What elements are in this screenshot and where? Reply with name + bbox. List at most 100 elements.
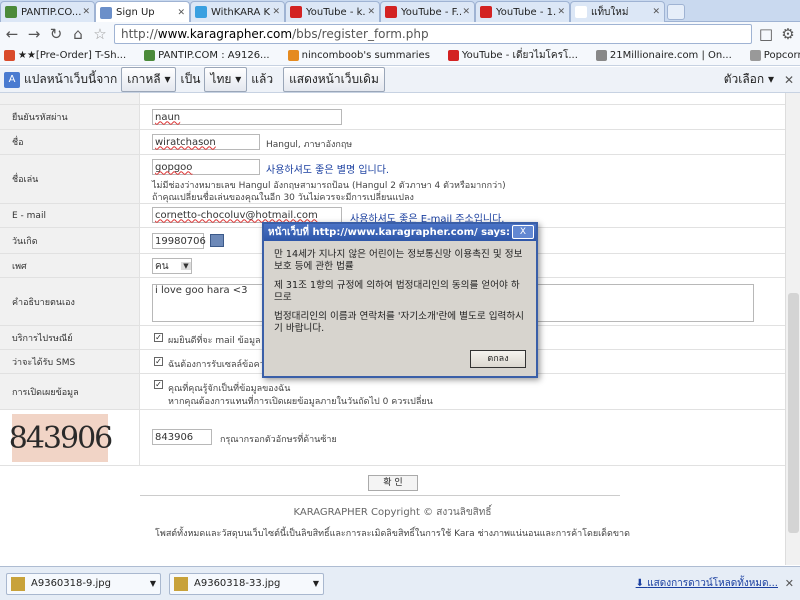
- vertical-scrollbar[interactable]: [785, 93, 800, 565]
- tab-title: YouTube - 1...: [496, 6, 556, 18]
- url-path: /bbs/register_form.php: [292, 27, 429, 41]
- page-menu-icon[interactable]: □: [758, 25, 774, 43]
- scrollbar-thumb[interactable]: [788, 293, 799, 533]
- address-bar[interactable]: http://www.karagrapher.com/bbs/register_…: [114, 24, 752, 44]
- youtube-icon: [480, 6, 492, 18]
- translate-icon: A: [4, 71, 20, 88]
- footer-divider: [140, 495, 620, 496]
- youtube-icon: [385, 6, 397, 18]
- tab-title: YouTube - k...: [306, 6, 366, 18]
- twitter-icon: [195, 6, 207, 18]
- mail-checkbox-label: ผมยินดีที่จะ mail ข้อมูล: [168, 336, 261, 346]
- tab-close-icon[interactable]: ✕: [177, 8, 185, 18]
- download-item-1[interactable]: A9360318-9.jpg ▼: [6, 572, 161, 595]
- translate-bar: A แปลหน้าเว็บนี้จาก เกาหลี ▾ เป็น ไทย ▾ …: [0, 67, 800, 93]
- image-file-icon: [174, 576, 188, 591]
- dialog-message-1: 만 14세가 지나지 않은 어린이는 정보통신망 이용촉진 및 정보보호 등에 …: [274, 249, 523, 272]
- gender-select[interactable]: คน ▼: [152, 258, 192, 274]
- tab-4[interactable]: YouTube - F... ✕: [380, 1, 475, 22]
- show-original-button[interactable]: แสดงหน้าเว็บเดิม: [283, 67, 385, 92]
- nickname-note-2: ถ้าคุณเปลี่ยนชื่อเล่นของคุณในอีก 30 วันไ…: [152, 193, 414, 203]
- gender-label: เพศ: [0, 254, 140, 277]
- mail-checkbox[interactable]: ✓: [154, 333, 163, 342]
- bookmark-0[interactable]: ★★[Pre-Order] T-Sh...: [0, 50, 126, 61]
- nickname-input[interactable]: gopgoo: [152, 159, 260, 175]
- download-shelf: A9360318-9.jpg ▼ A9360318-33.jpg ▼ ⬇ แสดงก…: [0, 566, 800, 600]
- download-shelf-close-icon[interactable]: ✕: [785, 577, 794, 590]
- disclose-checkbox-label: คุณที่คุณรู้จักเป็นที่ข้อมูลของฉัน: [168, 384, 291, 394]
- dialog-ok-button[interactable]: ตกลง: [470, 350, 526, 368]
- tab-1[interactable]: Sign Up ✕: [95, 1, 190, 23]
- bookmark-star-icon[interactable]: ☆: [92, 25, 108, 43]
- to-language-select[interactable]: ไทย ▾: [204, 67, 248, 92]
- from-language-select[interactable]: เกาหลี ▾: [121, 67, 177, 92]
- disclose-note: หากคุณต้องการแทนที่การเปิดเผยข้อมูลภายใน…: [168, 397, 433, 407]
- tab-3[interactable]: YouTube - k... ✕: [285, 1, 380, 22]
- dialog-close-button[interactable]: X: [512, 225, 534, 239]
- reload-icon[interactable]: ↻: [48, 25, 64, 43]
- confirm-password-input[interactable]: naun: [152, 109, 342, 125]
- youtube-icon: [290, 6, 302, 18]
- mail-label: บริการไปรษณีย์: [0, 326, 140, 349]
- bookmark-favicon-icon: [749, 50, 761, 61]
- home-icon[interactable]: ⌂: [70, 25, 86, 43]
- email-input[interactable]: cornetto-chocoluv@hotmail.com: [152, 207, 342, 223]
- disclose-label: การเปิดเผยข้อมูล: [0, 374, 140, 409]
- new-tab-button[interactable]: [667, 4, 685, 20]
- nickname-label: ชื่อเล่น: [0, 155, 140, 203]
- disclose-row: การเปิดเผยข้อมูล ✓ คุณที่คุณรู้จักเป็นที…: [0, 374, 785, 410]
- wrench-icon[interactable]: ⚙: [780, 25, 796, 43]
- nickname-row: ชื่อเล่น gopgoo 사용하셔도 좋은 별명 입니다. ไม่มีช่…: [0, 155, 785, 204]
- tab-2[interactable]: WithKARA K...✕: [190, 1, 285, 22]
- tab-close-icon[interactable]: ✕: [367, 7, 375, 17]
- bookmark-1[interactable]: PANTIP.COM : A9126...: [140, 50, 270, 61]
- show-all-downloads-link[interactable]: ⬇ แสดงการดาวน์โหลดทั้งหมด...: [636, 576, 778, 591]
- sms-checkbox-label: ฉันต้องการรับเซลล์ข้อความ: [168, 360, 276, 370]
- bookmark-4[interactable]: 21Millionaire.com | On...: [592, 50, 732, 61]
- name-input[interactable]: wiratchason: [152, 134, 260, 150]
- forward-icon[interactable]: →: [26, 25, 42, 43]
- tab-0[interactable]: PANTIP.CO... ✕: [0, 1, 95, 22]
- tab-title: แท็บใหม่: [591, 6, 629, 18]
- top-row: [0, 93, 785, 105]
- tab-close-icon[interactable]: ✕: [82, 7, 90, 17]
- tab-close-icon[interactable]: ✕: [557, 7, 565, 17]
- url-prefix: http://: [121, 27, 158, 41]
- tab-close-icon[interactable]: ✕: [272, 7, 280, 17]
- to-word: เป็น: [180, 72, 201, 86]
- sms-label: ว่าจะได้รับ SMS: [0, 350, 140, 373]
- then-word: แล้ว: [251, 72, 274, 86]
- sms-checkbox[interactable]: ✓: [154, 357, 163, 366]
- disclose-checkbox[interactable]: ✓: [154, 380, 163, 389]
- name-hint: Hangul, ภาษาอังกฤษ: [266, 140, 353, 150]
- intro-label: คำอธิบายตนเอง: [0, 278, 140, 325]
- copyright-text: KARAGRAPHER Copyright © สงวนลิขสิทธิ์: [293, 507, 492, 518]
- bookmark-3[interactable]: YouTube - เดี่ยวไมโครโ...: [444, 48, 578, 63]
- captcha-input[interactable]: 843906: [152, 429, 212, 445]
- bookmark-5[interactable]: Popcornfor2's Commu...: [746, 50, 800, 61]
- navigation-bar: ← → ↻ ⌂ ☆ http://www.karagrapher.com/bbs…: [0, 22, 800, 46]
- image-file-icon: [11, 576, 25, 591]
- dialog-message-3: 법정대리인의 이름과 연락처를 '자기소개'란에 별도로 입력하시기 바랍니다.: [274, 311, 525, 334]
- tab-close-icon[interactable]: ✕: [652, 7, 660, 17]
- pantip-icon: [5, 6, 17, 18]
- bookmarks-bar: ★★[Pre-Order] T-Sh... PANTIP.COM : A9126.…: [0, 46, 800, 66]
- tab-bar: PANTIP.CO...✕Sign Up✕WithKARA K...✕YouTu…: [0, 0, 800, 23]
- birthday-input[interactable]: 19980706: [152, 233, 206, 249]
- back-icon[interactable]: ←: [4, 25, 20, 43]
- tab-5[interactable]: YouTube - 1... ✕: [475, 1, 570, 22]
- tab-close-icon[interactable]: ✕: [462, 7, 470, 17]
- download-arrow-icon: ⬇: [635, 578, 648, 589]
- page-icon: [100, 6, 112, 19]
- email-label: E - mail: [0, 204, 140, 227]
- tab-6[interactable]: แท็บใหม่ ✕: [570, 1, 665, 22]
- bookmark-favicon-icon: [144, 50, 156, 61]
- translate-close-icon[interactable]: ✕: [784, 73, 794, 87]
- tab-title: WithKARA K...: [211, 6, 271, 18]
- captcha-row: 843906 843906 กรุณากรอกตัวอักษรที่ด้านซ้…: [0, 410, 785, 466]
- translate-options-button[interactable]: ตัวเลือก ▾: [724, 70, 774, 89]
- download-item-2[interactable]: A9360318-33.jpg ▼: [169, 572, 324, 595]
- bookmark-2[interactable]: nincomboob's summaries: [284, 50, 430, 61]
- calendar-icon[interactable]: [210, 234, 224, 247]
- submit-button[interactable]: 확 인: [368, 475, 418, 491]
